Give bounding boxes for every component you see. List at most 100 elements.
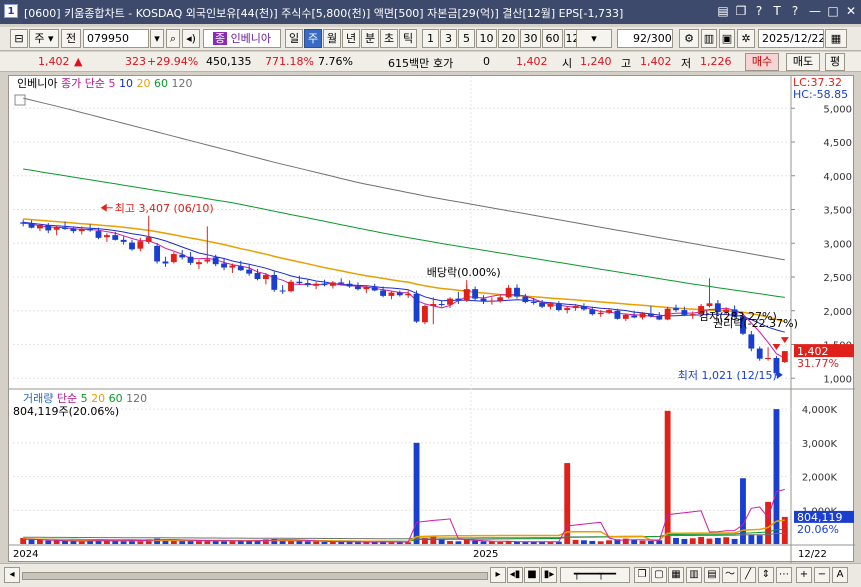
layout-icon[interactable]: ⊟ xyxy=(10,29,28,48)
interval-button[interactable]: 20 xyxy=(498,29,519,48)
bars-icon[interactable]: ▥ xyxy=(686,567,702,583)
candle-body xyxy=(346,283,353,287)
speaker-icon[interactable]: ◂) xyxy=(182,29,200,48)
candle-body xyxy=(647,313,654,317)
window-title: [0600] 키움종합차트 - KOSDAQ 외국인보유[44(천)] 주식수[… xyxy=(24,7,624,20)
search-icon[interactable]: ⌕ xyxy=(166,29,180,48)
period-tab[interactable]: 년 xyxy=(342,29,360,48)
interval-button[interactable]: 30 xyxy=(520,29,541,48)
period-tab[interactable]: 틱 xyxy=(399,29,417,48)
interval-button[interactable]: 10 xyxy=(476,29,497,48)
step-back-icon[interactable]: ◂▮ xyxy=(507,567,523,583)
calendar-icon[interactable]: ▦ xyxy=(825,29,847,48)
split-icon[interactable]: ▤ xyxy=(704,567,720,583)
candle-body xyxy=(179,254,186,258)
candle-body xyxy=(396,292,403,296)
candle-body xyxy=(112,235,119,240)
count-field[interactable]: 92/300 xyxy=(617,29,673,48)
period-tab[interactable]: 월 xyxy=(323,29,341,48)
chart-type-icon[interactable]: ▥ xyxy=(701,29,717,48)
eval-button[interactable]: 평 xyxy=(825,53,845,71)
pin-icon[interactable]: T xyxy=(770,4,784,18)
scroll-left-icon[interactable]: ◂ xyxy=(4,567,20,583)
candle-body xyxy=(748,334,755,349)
price-change: 323 xyxy=(125,55,146,68)
font-size-icon[interactable]: A xyxy=(832,567,848,583)
volume-bar xyxy=(212,540,219,544)
help-icon[interactable]: ? xyxy=(752,4,766,18)
period-tab[interactable]: 초 xyxy=(380,29,398,48)
date-input[interactable]: 2025/12/22 xyxy=(758,29,824,48)
volume-bar xyxy=(455,541,462,544)
restore-icon[interactable]: ❐ xyxy=(734,4,748,18)
settings-icon[interactable]: ✲ xyxy=(737,29,755,48)
volume-value-label: 804,119주(20.06%) xyxy=(13,405,119,418)
candle-body xyxy=(237,266,244,271)
compare-icon[interactable]: ⚙ xyxy=(679,29,699,48)
candle-body xyxy=(589,309,596,315)
candle-body xyxy=(170,254,177,263)
candle-body xyxy=(95,231,102,238)
interval-dropdown[interactable]: ▾ xyxy=(576,29,612,48)
jeon-button[interactable]: 전 xyxy=(61,29,81,48)
candle-body xyxy=(413,293,420,322)
step-forward-icon[interactable]: ▮▸ xyxy=(541,567,557,583)
zoom-slider[interactable]: ┯━━━┯━━ xyxy=(560,567,630,583)
candle-body xyxy=(405,293,412,296)
candle-body xyxy=(514,287,520,297)
volume-bar xyxy=(480,541,487,544)
wave-icon[interactable]: 〜 xyxy=(722,567,738,583)
trend-icon[interactable]: ╱ xyxy=(740,567,756,583)
chart-svg[interactable]: 1,0001,5002,0002,5003,0003,5004,0004,500… xyxy=(9,76,855,563)
buy-button[interactable]: 매수 xyxy=(745,53,779,71)
minimize-icon[interactable]: — xyxy=(808,4,822,18)
price-legend: 인베니아 종가 단순 5 10 20 60 120 xyxy=(17,77,192,90)
volume-bar xyxy=(622,538,629,544)
open-label: 시 xyxy=(562,57,573,70)
close-icon[interactable]: ✕ xyxy=(844,4,858,18)
scroll-right-icon[interactable]: ▸ xyxy=(490,567,506,583)
price-change-rate: +29.94% xyxy=(147,55,199,68)
code-dropdown-icon[interactable]: ▾ xyxy=(150,29,164,48)
dividend-annotation: 배당락(0.00%) xyxy=(427,266,501,279)
chart-area[interactable]: 1,0001,5002,0002,5003,0003,5004,0004,500… xyxy=(8,75,855,563)
more-icon[interactable]: ⋯ xyxy=(776,567,792,583)
period-tab[interactable]: 일 xyxy=(285,29,303,48)
interval-button[interactable]: 60 xyxy=(542,29,563,48)
save-icon[interactable]: ▣ xyxy=(719,29,735,48)
candle-body xyxy=(129,242,135,250)
menu-icon[interactable]: ▤ xyxy=(716,4,730,18)
copy-icon[interactable]: ❐ xyxy=(634,567,650,583)
volume-bar xyxy=(673,537,679,544)
candle-body xyxy=(455,298,462,301)
x-tick-label: 2025 xyxy=(473,549,498,560)
candle-body xyxy=(329,282,336,286)
period-select[interactable]: 주 ▾ xyxy=(29,29,59,48)
sell-button[interactable]: 매도 xyxy=(786,53,820,71)
candle-body xyxy=(706,303,713,307)
grid-icon[interactable]: ▦ xyxy=(668,567,684,583)
period-tab[interactable]: 분 xyxy=(361,29,379,48)
stop-icon[interactable]: ■ xyxy=(524,567,540,583)
scroll-track[interactable] xyxy=(22,572,488,580)
help2-icon[interactable]: ? xyxy=(788,4,802,18)
candle-body xyxy=(614,310,621,319)
zoom-in-icon[interactable]: + xyxy=(796,567,812,583)
candle-body xyxy=(20,222,27,224)
interval-button[interactable]: 1 xyxy=(422,29,439,48)
price-tick-label: 4,000 xyxy=(823,172,852,183)
interval-button[interactable]: 3 xyxy=(440,29,457,48)
scale-icon[interactable]: ⇕ xyxy=(758,567,774,583)
maximize-icon[interactable]: □ xyxy=(826,4,840,18)
zoom-out-icon[interactable]: − xyxy=(814,567,830,583)
period-tab[interactable]: 주 xyxy=(304,29,322,48)
volume-bar xyxy=(639,540,646,544)
window-icon[interactable]: ▢ xyxy=(651,567,667,583)
rights-annotation: 권리락(-22.37%) xyxy=(713,317,798,330)
high-label: 고 xyxy=(621,57,632,70)
volume-bar xyxy=(664,410,671,544)
candle-body xyxy=(45,225,52,231)
code-input[interactable]: 079950 xyxy=(83,29,149,48)
interval-button[interactable]: 5 xyxy=(458,29,475,48)
hc-label: HC:-58.85 xyxy=(793,88,848,101)
